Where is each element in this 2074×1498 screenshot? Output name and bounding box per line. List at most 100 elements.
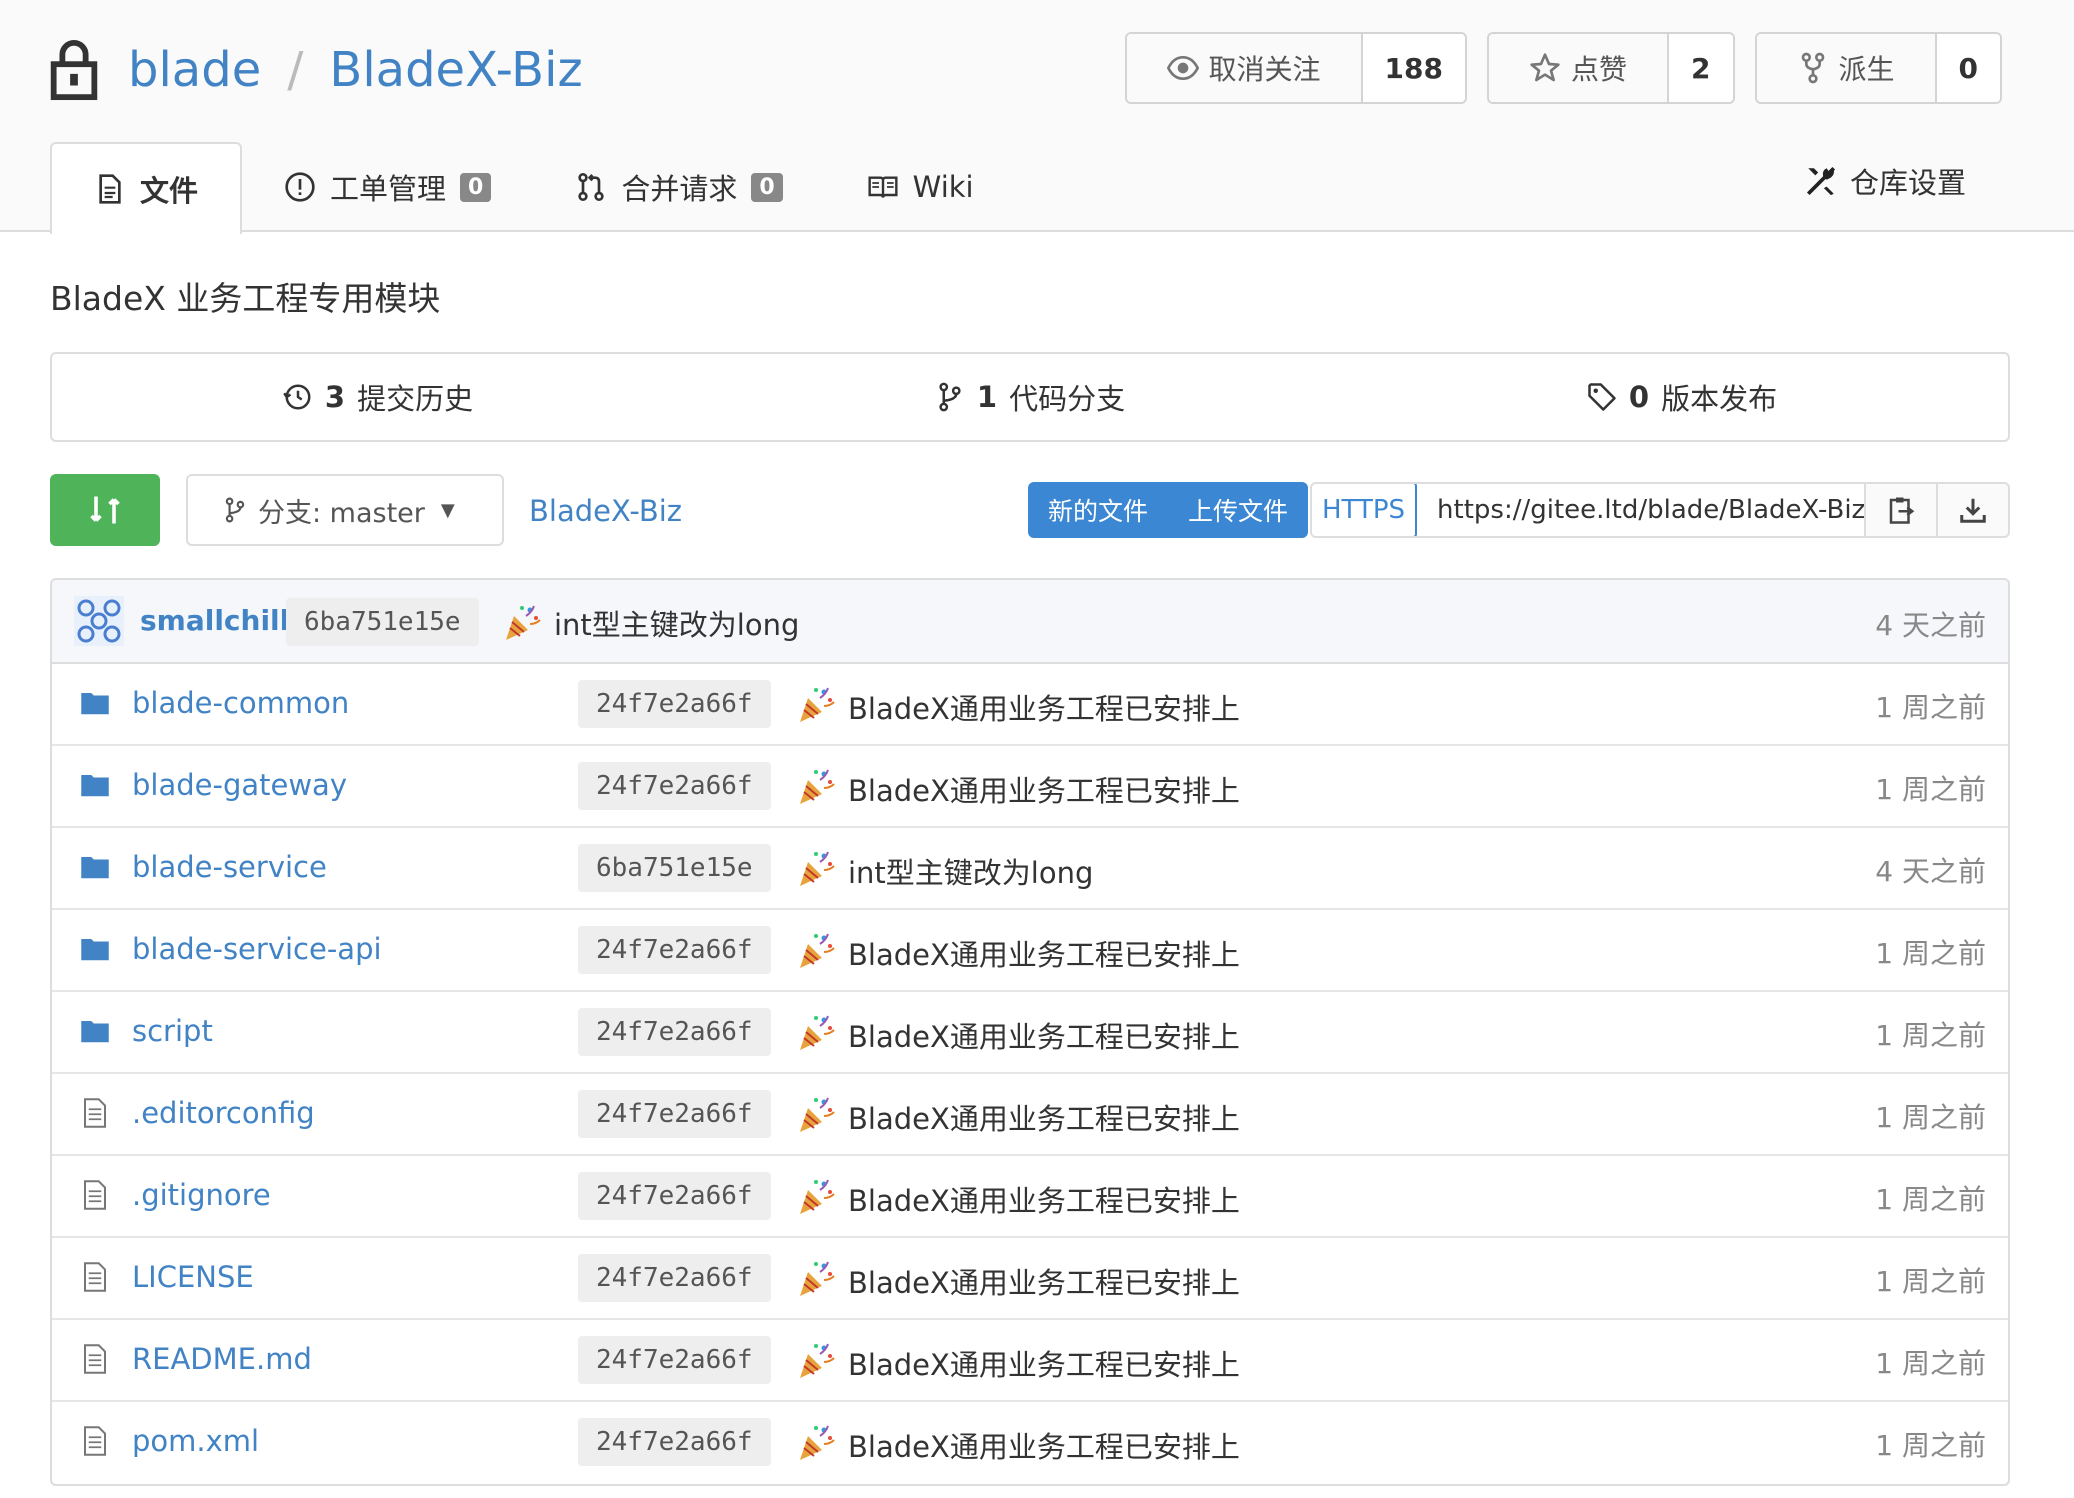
commit-sha[interactable]: 6ba751e15e	[286, 598, 479, 646]
stat-releases[interactable]: 0 版本发布	[1356, 354, 2008, 440]
file-name-link[interactable]: script	[132, 1014, 213, 1048]
pull-requests-count-badge: 0	[751, 172, 783, 202]
file-commit-message[interactable]: BladeX通用业务工程已安排上	[848, 686, 1240, 728]
file-commit-sha[interactable]: 24f7e2a66f	[578, 1090, 771, 1138]
latest-commit-row: smallchill 6ba751e15e int型主键改为long 4 天之前	[52, 580, 2008, 664]
file-commit-message[interactable]: BladeX通用业务工程已安排上	[848, 768, 1240, 810]
file-icon	[99, 174, 121, 204]
file-commit-message[interactable]: BladeX通用业务工程已安排上	[848, 932, 1240, 974]
file-list: smallchill 6ba751e15e int型主键改为long 4 天之前…	[50, 578, 2010, 1486]
fork-count[interactable]: 0	[1936, 34, 2000, 102]
file-commit-message[interactable]: BladeX通用业务工程已安排上	[848, 1178, 1240, 1220]
copy-url-button[interactable]	[1864, 484, 1936, 536]
upload-file-button[interactable]: 上传文件	[1168, 482, 1308, 538]
file-name-link[interactable]: .editorconfig	[132, 1096, 315, 1130]
clone-url-input[interactable]: https://gitee.ltd/blade/BladeX-Biz.git	[1417, 484, 1864, 536]
tab-wiki[interactable]: Wiki	[825, 142, 1016, 232]
file-name-link[interactable]: blade-common	[132, 686, 349, 720]
tag-icon	[1588, 383, 1616, 411]
file-row: .gitignore 24f7e2a66f BladeX通用业务工程已安排上 1 周之…	[52, 1156, 2008, 1238]
tab-files[interactable]: 文件	[50, 142, 243, 234]
file-row: blade-service 6ba751e15e int型主键改为long 4 天之前	[52, 828, 2008, 910]
fork-label: 派生	[1838, 53, 1895, 86]
file-name-link[interactable]: README.md	[132, 1342, 312, 1376]
sync-icon	[90, 496, 120, 524]
repo-name-link[interactable]: BladeX-Biz	[329, 42, 582, 98]
file-commit-message[interactable]: BladeX通用业务工程已安排上	[848, 1342, 1240, 1384]
repo-root-link[interactable]: BladeX-Biz	[529, 494, 682, 528]
commit-message[interactable]: int型主键改为long	[554, 602, 799, 644]
file-commit-sha[interactable]: 24f7e2a66f	[578, 926, 771, 974]
file-commit-sha[interactable]: 24f7e2a66f	[578, 1336, 771, 1384]
file-commit-sha[interactable]: 24f7e2a66f	[578, 762, 771, 810]
branch-dropdown[interactable]: 分支: master ▼	[186, 474, 504, 546]
file-commit-time: 1 周之前	[1875, 1265, 1986, 1298]
file-commit-sha[interactable]: 6ba751e15e	[578, 844, 771, 892]
watch-label: 取消关注	[1208, 53, 1321, 86]
file-commit-message[interactable]: BladeX通用业务工程已安排上	[848, 1424, 1240, 1466]
file-row: script 24f7e2a66f BladeX通用业务工程已安排上 1 周之前	[52, 992, 2008, 1074]
file-name-link[interactable]: .gitignore	[132, 1178, 271, 1212]
new-file-button[interactable]: 新的文件	[1028, 482, 1168, 538]
file-commit-time: 1 周之前	[1875, 1101, 1986, 1134]
issue-icon	[285, 172, 315, 202]
file-row: LICENSE 24f7e2a66f BladeX通用业务工程已安排上 1 周之前	[52, 1238, 2008, 1320]
file-commit-message[interactable]: BladeX通用业务工程已安排上	[848, 1096, 1240, 1138]
tab-pull-requests[interactable]: 合并请求 0	[533, 142, 824, 232]
file-commit-message[interactable]: BladeX通用业务工程已安排上	[848, 1260, 1240, 1302]
tab-issues[interactable]: 工单管理 0	[242, 142, 533, 232]
stat-commits-label: 提交历史	[357, 382, 474, 416]
file-commit-time: 1 周之前	[1875, 1019, 1986, 1052]
file-name-link[interactable]: blade-service-api	[132, 932, 382, 966]
file-row: blade-gateway 24f7e2a66f BladeX通用业务工程已安排上 1…	[52, 746, 2008, 828]
tools-icon	[1806, 166, 1836, 196]
watch-count[interactable]: 188	[1362, 34, 1465, 102]
repo-title: blade / BladeX-Biz	[50, 30, 583, 110]
file-commit-sha[interactable]: 24f7e2a66f	[578, 1172, 771, 1220]
file-commit-message[interactable]: BladeX通用业务工程已安排上	[848, 1014, 1240, 1056]
stat-branches-count: 1	[976, 380, 998, 414]
party-popper-icon	[800, 1425, 835, 1460]
repo-stats-bar: 3 提交历史 1 代码分支 0 版本发布	[50, 352, 2010, 442]
stat-commits[interactable]: 3 提交历史	[52, 354, 704, 440]
folder-icon	[81, 775, 109, 797]
file-commit-sha[interactable]: 24f7e2a66f	[578, 680, 771, 728]
star-count[interactable]: 2	[1669, 34, 1733, 102]
file-name-link[interactable]: pom.xml	[132, 1424, 259, 1458]
commit-author-link[interactable]: smallchill	[140, 604, 289, 637]
file-commit-sha[interactable]: 24f7e2a66f	[578, 1008, 771, 1056]
file-commit-time: 1 周之前	[1875, 1183, 1986, 1216]
star-button[interactable]: 点赞	[1489, 34, 1670, 102]
fork-button[interactable]: 派生	[1756, 34, 1937, 102]
star-label: 点赞	[1571, 53, 1628, 86]
repo-tabs: 文件 工单管理 0 合并请求 0 Wiki	[50, 142, 1016, 234]
file-commit-sha[interactable]: 24f7e2a66f	[578, 1418, 771, 1466]
watch-button-group: 取消关注 188	[1124, 32, 1467, 104]
avatar[interactable]	[74, 596, 124, 646]
file-commit-message[interactable]: int型主键改为long	[848, 850, 1093, 892]
compare-sync-button[interactable]	[50, 474, 160, 546]
issues-count-badge: 0	[460, 172, 492, 202]
tab-settings-label: 仓库设置	[1849, 166, 1966, 200]
branch-icon	[225, 497, 245, 523]
clone-url-box: HTTPS https://gitee.ltd/blade/BladeX-Biz…	[1310, 482, 2010, 538]
download-zip-button[interactable]	[1936, 484, 2008, 536]
stat-branches[interactable]: 1 代码分支	[704, 354, 1356, 440]
file-name-link[interactable]: blade-service	[132, 850, 327, 884]
star-button-group: 点赞 2	[1487, 32, 1735, 104]
book-icon	[868, 176, 898, 198]
tab-settings[interactable]: 仓库设置	[1804, 160, 1966, 202]
history-icon	[283, 384, 311, 410]
file-name-link[interactable]: LICENSE	[132, 1260, 254, 1294]
document-icon	[84, 1262, 106, 1292]
repo-owner-link[interactable]: blade	[128, 42, 261, 98]
folder-icon	[81, 1021, 109, 1043]
file-name-link[interactable]: blade-gateway	[132, 768, 347, 802]
stat-commits-count: 3	[324, 380, 346, 414]
file-commit-time: 1 周之前	[1875, 1429, 1986, 1462]
file-commit-time: 1 周之前	[1875, 773, 1986, 806]
watch-button[interactable]: 取消关注	[1126, 34, 1363, 102]
file-commit-sha[interactable]: 24f7e2a66f	[578, 1254, 771, 1302]
clone-protocol-button[interactable]: HTTPS	[1312, 484, 1418, 536]
party-popper-icon	[800, 1179, 835, 1214]
